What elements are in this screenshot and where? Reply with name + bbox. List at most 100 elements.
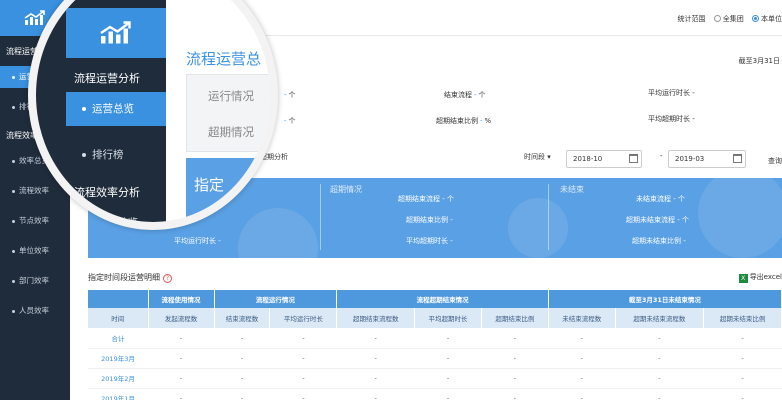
detail-table: 流程使用情况 流程运行情况 流程超期结束情况 截至3月31日未结束情况 时间 发… <box>88 290 782 400</box>
magnifier-lens: 流程运营分析 运营总览 排行榜 流程效率分析 效率总览 流程运营总 运行情况 超… <box>28 0 278 230</box>
sidebar-item-unit-eff[interactable]: 单位效率 <box>0 240 70 262</box>
query-button[interactable]: 查询 <box>768 156 782 166</box>
lens-item-overview: 运营总览 <box>66 92 166 126</box>
sidebar-item-label: 人员效率 <box>19 306 49 315</box>
export-excel-button[interactable]: X 导出excel <box>738 272 782 283</box>
row-label-link[interactable]: 2019年2月 <box>88 368 148 389</box>
sidebar-item-label: 部门效率 <box>19 276 49 285</box>
panel-unfinished: 未结束流程 - 个 <box>636 195 685 203</box>
table-cell: - <box>336 388 415 400</box>
table-group-header: 流程超期结束情况 <box>336 290 549 308</box>
table-row: 2019年1月 - - - - - - - - - <box>88 388 782 400</box>
date-from-input[interactable]: 2018-10 <box>566 150 642 168</box>
table-cell: - <box>615 368 704 389</box>
table-col-header: 超期结束比例 <box>481 308 549 328</box>
bullet-icon <box>12 249 15 253</box>
calendar-icon <box>733 154 742 163</box>
table-cell: - <box>481 388 549 400</box>
table-cell: - <box>548 328 616 349</box>
panel-overdue-ratio: 超期结束比例 - <box>406 216 453 224</box>
table-cell: - <box>269 348 337 369</box>
sidebar-item-dept-eff[interactable]: 部门效率 <box>0 270 70 292</box>
stat-range-label: 统计范围 <box>677 15 706 23</box>
table-cell: - <box>703 348 782 369</box>
table-cell: - <box>269 368 337 389</box>
row-label-link[interactable]: 2019年1月 <box>88 388 148 400</box>
table-cell: - <box>214 328 270 349</box>
table-cell: - <box>336 328 415 349</box>
radio-unit-label[interactable]: 本单位 <box>761 15 782 23</box>
calendar-icon <box>629 154 638 163</box>
lens-card-overdue: 超期情况 <box>208 125 254 139</box>
table-cell: - <box>148 328 214 349</box>
deadline-text: 截至3月31日 <box>738 57 780 65</box>
table-col-header: 结束流程数 <box>214 308 271 328</box>
table-group-header: 流程运行情况 <box>214 290 338 308</box>
radio-unit[interactable] <box>752 15 759 22</box>
table-cell: - <box>548 368 616 389</box>
row-label-link[interactable]: 合计 <box>88 328 148 349</box>
table-cell: - <box>414 368 482 389</box>
table-cell: - <box>414 388 482 400</box>
table-cell: - <box>703 328 782 349</box>
excel-icon: X <box>738 274 748 283</box>
bullet-icon <box>82 107 86 111</box>
stat-overdue-ratio: 超期结束比例 -% <box>436 117 492 125</box>
table-cell: - <box>481 328 549 349</box>
radio-group[interactable] <box>713 15 721 22</box>
stat-range: 统计范围 全集团 本单位 <box>678 14 782 24</box>
table-row: 合计 - - - - - - - - - <box>88 328 782 349</box>
row-label-link[interactable]: 2019年3月 <box>88 348 148 369</box>
table-col-header: 平均超期时长 <box>414 308 482 328</box>
radio-group-label[interactable]: 全集团 <box>723 15 744 23</box>
table-cell: - <box>703 368 782 389</box>
table-cell: - <box>214 388 270 400</box>
time-range-select[interactable]: 时间段 ▾ <box>524 152 551 162</box>
table-cell: - <box>269 328 337 349</box>
stat-overdue-count: -个 <box>284 117 296 125</box>
panel-overdue-end: 超期结束流程 - 个 <box>398 195 454 203</box>
decor-circle <box>698 178 782 258</box>
table-cell: - <box>481 368 549 389</box>
detail-title: 指定时间段运营明细? <box>88 272 172 283</box>
table-col-header: 未结束流程数 <box>548 308 616 328</box>
table-cell: - <box>336 368 415 389</box>
date-to-input[interactable]: 2019-03 <box>668 150 746 168</box>
table-group-header: 流程使用情况 <box>148 290 215 308</box>
bullet-icon <box>12 75 15 79</box>
bullet-icon <box>82 153 86 157</box>
chart-trend-icon <box>100 21 131 44</box>
table-row: 2019年2月 - - - - - - - - - <box>88 368 782 389</box>
table-cell: - <box>548 388 616 400</box>
lens-section-efficiency: 流程效率分析 <box>74 186 140 199</box>
panel-avg-overdue: 平均超期时长 - <box>406 237 453 245</box>
table-cell: - <box>148 388 214 400</box>
table-cell: - <box>615 388 704 400</box>
bullet-icon <box>12 189 15 193</box>
stat-run-count: -个 <box>284 91 296 99</box>
lens-panel-heading: 指定 <box>194 176 225 194</box>
panel-col3-title: 未结束 <box>560 185 584 194</box>
table-cell: - <box>548 348 616 369</box>
table-cell: - <box>148 368 214 389</box>
panel-divider <box>548 184 549 250</box>
stat-avg-overdue-time: 平均超期时长 - <box>648 115 695 123</box>
lens-section-operation: 流程运营分析 <box>74 72 140 85</box>
table-row: 2019年3月 - - - - - - - - - <box>88 348 782 369</box>
panel-overdue-unfinished: 超期未结束流程 - 个 <box>626 216 689 224</box>
table-cell: - <box>615 328 704 349</box>
lens-item-rank: 排行榜 <box>66 138 166 172</box>
table-col-header: 时间 <box>88 308 149 328</box>
table-cell: - <box>414 348 482 369</box>
panel-avg-run-time: 平均运行时长 - <box>174 237 221 245</box>
sidebar-item-person-eff[interactable]: 人员效率 <box>0 300 70 322</box>
table-cell: - <box>148 348 214 369</box>
date-separator: - <box>660 152 663 160</box>
table-cell: - <box>414 328 482 349</box>
help-icon[interactable]: ? <box>163 274 172 283</box>
table-col-header: 超期结束流程数 <box>336 308 416 328</box>
sidebar-item-label: 单位效率 <box>19 246 49 255</box>
stat-avg-run-time: 平均运行时长 - <box>648 89 695 97</box>
table-cell: - <box>214 368 270 389</box>
lens-page-title: 流程运营总 <box>186 50 262 68</box>
